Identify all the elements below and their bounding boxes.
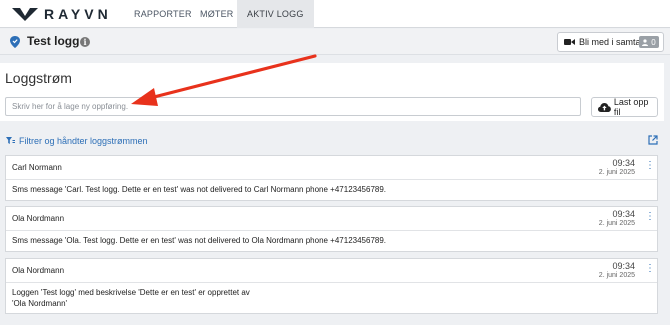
log-entry: Ola Nordmann 09:34 2. juni 2025 ⋮ Sms me… xyxy=(5,206,658,252)
entry-time: 09:34 xyxy=(612,158,635,168)
entry-date: 2. juni 2025 xyxy=(598,220,635,227)
people-icon xyxy=(642,38,649,46)
participant-count: 0 xyxy=(651,37,656,47)
entry-text: Sms message 'Carl. Test logg. Dette er e… xyxy=(12,185,387,194)
entry-author: Carl Normann xyxy=(12,163,62,172)
filter-logstream-link[interactable]: Filtrer og håndter loggstrømmen xyxy=(6,136,148,146)
cloud-upload-icon xyxy=(598,102,611,112)
filter-icon xyxy=(6,137,15,144)
kebab-menu-icon[interactable]: ⋮ xyxy=(645,264,655,274)
upload-file-button[interactable]: Last opp fil xyxy=(591,97,658,117)
info-icon[interactable]: i xyxy=(80,37,90,47)
log-entry-header: Ola Nordmann 09:34 2. juni 2025 ⋮ xyxy=(6,259,657,283)
logstream-heading: Loggstrøm xyxy=(5,70,72,86)
nav-moter[interactable]: MØTER xyxy=(190,0,244,28)
video-camera-icon xyxy=(564,39,575,45)
entry-author: Ola Nordmann xyxy=(12,266,65,275)
entry-text: Sms message 'Ola. Test logg. Dette er en… xyxy=(12,236,387,245)
location-pin-icon xyxy=(10,36,20,48)
entry-date: 2. juni 2025 xyxy=(598,169,635,176)
new-entry-input[interactable] xyxy=(5,97,581,116)
entry-time: 09:34 xyxy=(612,261,635,271)
participant-count-badge: 0 xyxy=(639,36,659,48)
filter-link-label: Filtrer og håndter loggstrømmen xyxy=(19,136,148,146)
entry-time: 09:34 xyxy=(612,209,635,219)
log-entry: Carl Normann 09:34 2. juni 2025 ⋮ Sms me… xyxy=(5,155,658,201)
logo-text: RAYVN xyxy=(44,6,112,22)
rayvn-logo-icon xyxy=(12,8,38,21)
external-link-icon[interactable] xyxy=(648,135,658,145)
entry-date: 2. juni 2025 xyxy=(598,272,635,279)
kebab-menu-icon[interactable]: ⋮ xyxy=(645,161,655,171)
entry-author: Ola Nordmann xyxy=(12,214,65,223)
entry-text-line-2: 'Ola Nordmann' xyxy=(12,299,68,308)
nav-aktiv-logg[interactable]: AKTIV LOGG xyxy=(237,0,314,28)
rayvn-logo[interactable]: RAYVN xyxy=(12,5,112,23)
page-title: Test logg xyxy=(27,34,80,48)
top-navigation: RAYVN RAPPORTER MØTER AKTIV LOGG xyxy=(0,0,670,28)
upload-button-label: Last opp fil xyxy=(613,97,649,117)
kebab-menu-icon[interactable]: ⋮ xyxy=(645,212,655,222)
log-entry-header: Ola Nordmann 09:34 2. juni 2025 ⋮ xyxy=(6,207,657,231)
join-button-label: Bli med i samtale xyxy=(579,37,648,47)
join-conversation-button[interactable]: Bli med i samtale 0 xyxy=(557,32,664,52)
log-entry: Ola Nordmann 09:34 2. juni 2025 ⋮ Loggen… xyxy=(5,258,658,314)
entry-text-line-1: Loggen 'Test logg' med beskrivelse 'Dett… xyxy=(12,288,250,297)
log-entry-header: Carl Normann 09:34 2. juni 2025 ⋮ xyxy=(6,156,657,180)
